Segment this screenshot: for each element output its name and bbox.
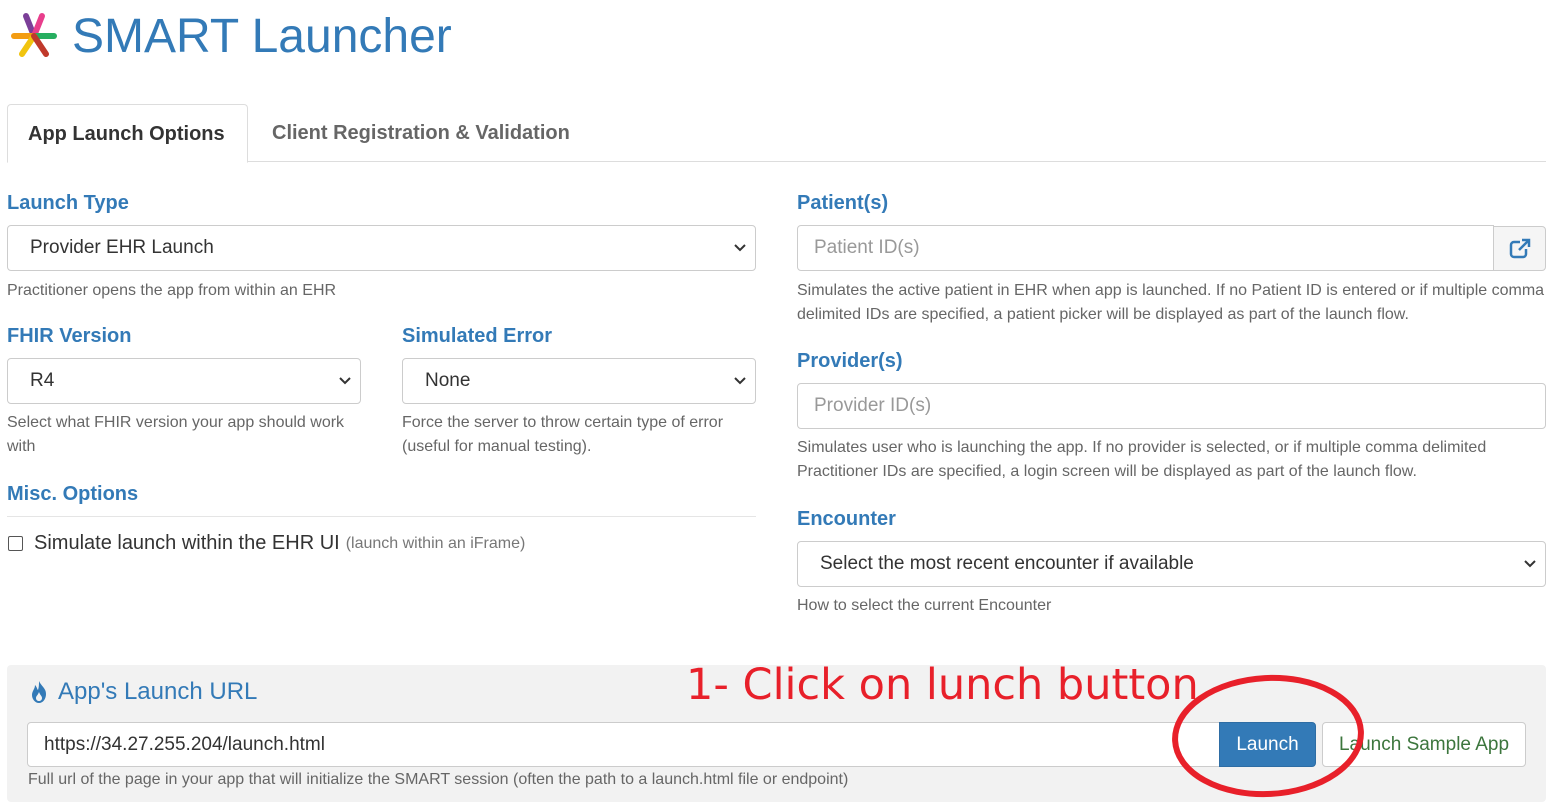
launch-type-label: Launch Type <box>7 192 129 214</box>
patients-help: Simulates the active patient in EHR when… <box>797 282 1545 323</box>
misc-options-label: Misc. Options <box>7 483 139 505</box>
launch-type-help: Practitioner opens the app from within a… <box>7 282 337 299</box>
providers-label: Provider(s) <box>797 350 903 372</box>
chevron-down-icon <box>734 377 746 385</box>
patient-picker-button[interactable] <box>1493 226 1546 271</box>
patients-label: Patient(s) <box>797 192 889 214</box>
fhir-version-value: R4 <box>30 370 55 391</box>
tab-app-launch-options[interactable]: App Launch Options <box>7 104 248 163</box>
chevron-down-icon <box>734 244 746 252</box>
launch-url-input[interactable]: https://34.27.255.204/launch.html <box>27 722 1220 767</box>
simulated-error-value: None <box>425 370 471 391</box>
launch-type-value: Provider EHR Launch <box>30 237 214 258</box>
simulated-error-select[interactable]: None <box>402 358 756 404</box>
simulate-ehr-checkbox[interactable] <box>8 536 23 551</box>
fhir-version-label: FHIR Version <box>7 325 132 347</box>
annotation-circle <box>1172 674 1364 798</box>
smart-logo-icon <box>11 13 57 57</box>
chevron-down-icon <box>339 377 351 385</box>
tab-bar: App Launch Options Client Registration &… <box>7 104 1546 163</box>
launch-url-title: App's Launch URL <box>58 678 258 705</box>
tab-client-registration[interactable]: Client Registration & Validation <box>252 104 590 162</box>
fhir-version-select[interactable]: R4 <box>7 358 361 404</box>
page-title: SMART Launcher <box>72 9 452 63</box>
fhir-version-help: Select what FHIR version your app should… <box>7 414 345 455</box>
provider-id-input[interactable]: Provider ID(s) <box>797 383 1546 429</box>
launch-url-help: Full url of the page in your app that wi… <box>28 771 849 788</box>
simulate-ehr-sublabel: (launch within an iFrame) <box>345 534 526 552</box>
encounter-value: Select the most recent encounter if avai… <box>820 553 1194 574</box>
app-header: SMART Launcher <box>8 6 452 66</box>
simulated-error-help: Force the server to throw certain type o… <box>402 414 724 455</box>
launch-url-heading: App's Launch URL <box>28 678 257 706</box>
fire-icon <box>32 681 46 703</box>
patient-id-input[interactable]: Patient ID(s) <box>797 225 1494 271</box>
encounter-help: How to select the current Encounter <box>797 597 1052 614</box>
divider <box>7 516 756 517</box>
chevron-down-icon <box>1524 560 1536 568</box>
launch-type-select[interactable]: Provider EHR Launch <box>7 225 756 271</box>
external-link-icon <box>1509 238 1530 258</box>
simulated-error-label: Simulated Error <box>402 325 553 347</box>
simulate-ehr-option[interactable]: Simulate launch within the EHR UI (launc… <box>8 532 525 555</box>
encounter-select[interactable]: Select the most recent encounter if avai… <box>797 541 1546 587</box>
encounter-label: Encounter <box>797 508 896 530</box>
providers-help: Simulates user who is launching the app.… <box>797 439 1487 480</box>
simulate-ehr-label: Simulate launch within the EHR UI <box>34 532 340 554</box>
annotation-text: 1- Click on lunch button <box>686 660 1199 710</box>
